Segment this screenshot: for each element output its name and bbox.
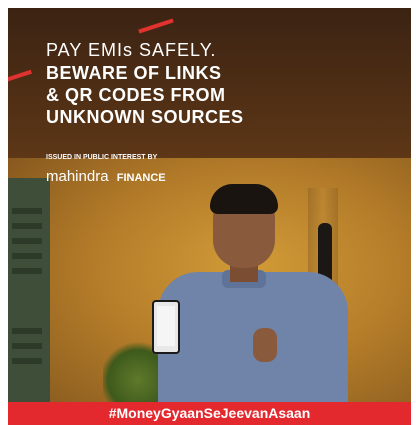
brand-name: mahindra	[46, 168, 109, 185]
headline-line-4: UNKNOWN SOURCES	[46, 107, 244, 127]
decorative-stripe-left	[8, 69, 32, 83]
window-shutter	[8, 178, 50, 408]
ad-banner: PAY EMIs SAFELY. BEWARE OF LINKS & QR CO…	[8, 8, 411, 425]
pointing-hand	[253, 328, 277, 362]
person-illustration	[152, 184, 348, 422]
headline-line-3: & QR CODES FROM	[46, 85, 226, 105]
decorative-stripe-top	[138, 18, 174, 34]
phone-icon	[152, 300, 180, 354]
hair	[210, 184, 278, 214]
brand-logo: mahindra FINANCE	[46, 168, 166, 185]
headline-line-2: BEWARE OF LINKS	[46, 63, 222, 83]
footer-hashtag-bar: #MoneyGyaanSeJeevanAsaan	[8, 402, 411, 425]
brand-suffix: FINANCE	[116, 172, 166, 184]
issued-note: ISSUED IN PUBLIC INTEREST BY	[46, 154, 158, 161]
hashtag: #MoneyGyaanSeJeevanAsaan	[108, 405, 311, 421]
headline-line-1: PAY EMIs SAFELY.	[46, 40, 217, 60]
headline: PAY EMIs SAFELY. BEWARE OF LINKS & QR CO…	[46, 38, 244, 128]
